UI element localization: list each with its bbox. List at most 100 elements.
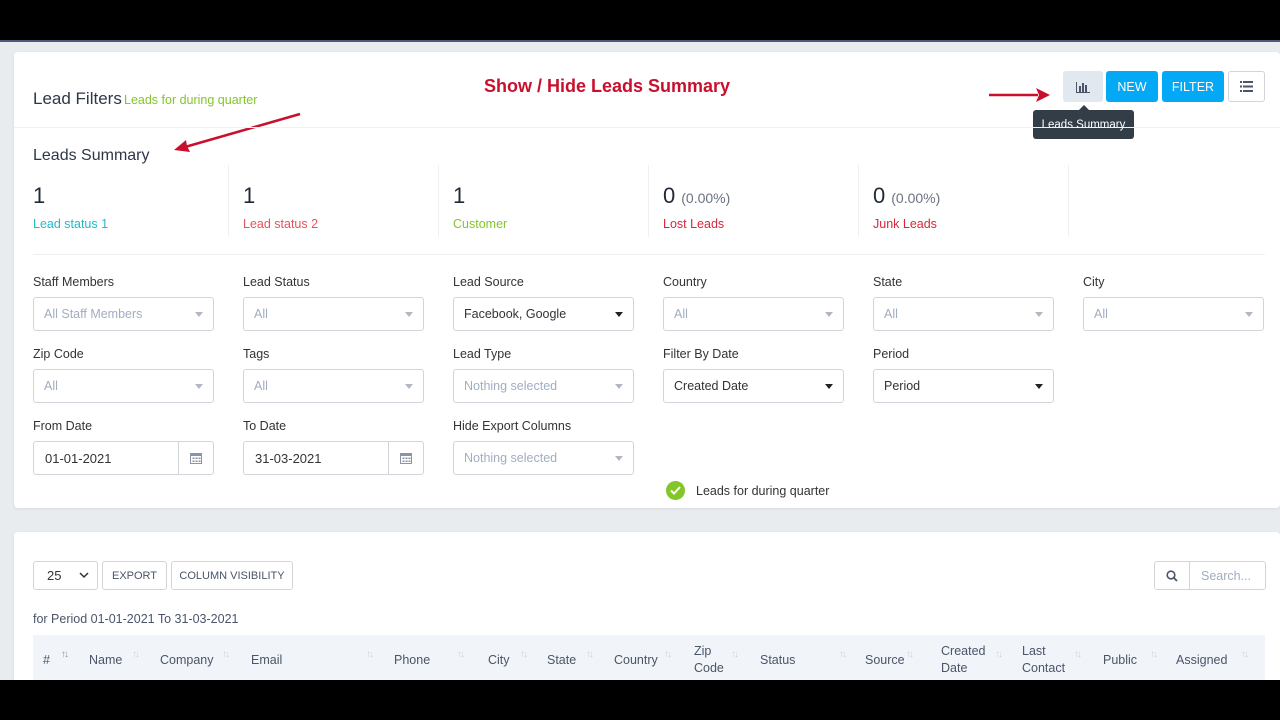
stat-label[interactable]: Customer [453,217,507,231]
select-value: Nothing selected [464,379,558,393]
column-header-zip-code[interactable]: Zip Code [694,635,734,680]
stat-label[interactable]: Junk Leads [873,217,937,231]
select-value: All [674,307,688,321]
country-label: Country [663,275,707,289]
lead-status-select[interactable]: All [243,297,424,331]
stat-percent: (0.00%) [891,190,941,206]
column-header-last-contact[interactable]: Last Contact [1022,635,1072,680]
select-value: Nothing selected [464,451,558,465]
caret-down-icon [195,312,203,317]
caret-down-icon [825,312,833,317]
column-header-country[interactable]: Country [614,635,658,680]
page-size-value: 25 [47,568,62,583]
sort-icon: ↑↓ [586,649,594,660]
divider [33,254,1265,255]
sort-icon: ↑↓ [457,649,465,660]
column-header-status[interactable]: Status [760,635,795,680]
new-lead-button[interactable]: NEW [1106,71,1158,102]
column-header-created-date[interactable]: Created Date [941,635,991,680]
state-label: State [873,275,903,289]
tags-select[interactable]: All [243,369,424,403]
hide-export-columns-select[interactable]: Nothing selected [453,441,634,475]
stat-customer: 1 Customer [453,165,649,237]
caret-down-icon [405,384,413,389]
from-date-label: From Date [33,419,93,433]
date-value: 01-01-2021 [45,450,112,466]
country-select[interactable]: All [663,297,844,331]
chevron-down-icon [79,572,89,579]
sort-icon: ↑↓ [366,649,374,660]
lead-type-select[interactable]: Nothing selected [453,369,634,403]
lead-status-label: Lead Status [243,275,310,289]
to-date-input[interactable]: 31-03-2021 [243,441,424,475]
sort-icon: ↑↓ [995,649,1003,660]
caret-down-icon [1035,384,1043,389]
state-select[interactable]: All [873,297,1054,331]
period-select[interactable]: Period [873,369,1054,403]
stat-value: 1 [453,183,466,208]
select-value: All Staff Members [44,307,143,321]
list-view-button[interactable] [1228,71,1265,102]
filter-button[interactable]: FILTER [1162,71,1224,102]
calendar-icon[interactable] [178,442,213,474]
annotation-text: Show / Hide Leads Summary [484,76,731,96]
search-icon [1155,562,1190,589]
tags-label: Tags [243,347,270,361]
column-header-source[interactable]: Source [865,635,905,680]
column-header-company[interactable]: Company [160,635,214,680]
column-header-city[interactable]: City [488,635,510,680]
toggle-summary-button[interactable] [1063,71,1103,102]
sort-icon: ↑↓ [1241,649,1249,660]
column-header-state[interactable]: State [547,635,576,680]
caret-down-icon [615,384,623,389]
filter-by-date-select[interactable]: Created Date [663,369,844,403]
caret-down-icon [405,312,413,317]
staff-members-select[interactable]: All Staff Members [33,297,214,331]
sort-icon: ↑↓ [731,649,739,660]
column-visibility-button[interactable]: COLUMN VISIBILITY [171,561,293,590]
caret-down-icon [615,312,623,317]
page-title: Lead Filters [33,89,122,108]
quarter-check-label[interactable]: Leads for during quarter [696,484,829,498]
summary-tooltip: Leads Summary [1033,105,1134,139]
zip-code-select[interactable]: All [33,369,214,403]
sort-icon: ↑↓ [222,649,230,660]
column-header-phone[interactable]: Phone [394,635,430,680]
city-select[interactable]: All [1083,297,1264,331]
select-value: Period [884,379,921,393]
column-header-id[interactable]: # [43,635,50,680]
check-circle-icon[interactable] [666,481,685,500]
column-header-assigned[interactable]: Assigned [1176,635,1227,680]
caret-down-icon [825,384,833,389]
divider [14,127,1280,128]
bar-chart-icon [1076,81,1090,93]
stat-lead-status-1: 1 Lead status 1 [33,165,229,237]
column-header-name[interactable]: Name [89,635,122,680]
filter-by-date-label: Filter By Date [663,347,739,361]
select-value: Facebook, Google [464,307,567,321]
search-input[interactable]: Search... [1154,561,1266,590]
column-header-email[interactable]: Email [251,635,282,680]
stat-value: 1 [33,183,46,208]
export-button[interactable]: EXPORT [102,561,167,590]
period-text: for Period 01-01-2021 To 31-03-2021 [33,612,239,626]
lead-source-select[interactable]: Facebook, Google [453,297,634,331]
lead-type-label: Lead Type [453,347,512,361]
select-value: All [44,379,58,393]
stat-label[interactable]: Lead status 2 [243,217,318,231]
from-date-input[interactable]: 01-01-2021 [33,441,214,475]
column-header-public[interactable]: Public [1103,635,1137,680]
lead-source-label: Lead Source [453,275,524,289]
select-value: Created Date [674,379,749,393]
stat-label[interactable]: Lead status 1 [33,217,108,231]
app-area: Lead Filters Leads for during quarter Sh… [0,42,1280,680]
stat-lost-leads: 0 (0.00%) Lost Leads [663,165,859,237]
video-top-bar [0,0,1280,40]
summary-title: Leads Summary [33,147,150,164]
staff-members-label: Staff Members [33,275,115,289]
lead-filters-panel: Lead Filters Leads for during quarter Sh… [14,52,1280,508]
stat-label[interactable]: Lost Leads [663,217,724,231]
page-size-select[interactable]: 25 [33,561,98,590]
calendar-icon[interactable] [388,442,423,474]
stat-junk-leads: 0 (0.00%) Junk Leads [873,165,1069,237]
